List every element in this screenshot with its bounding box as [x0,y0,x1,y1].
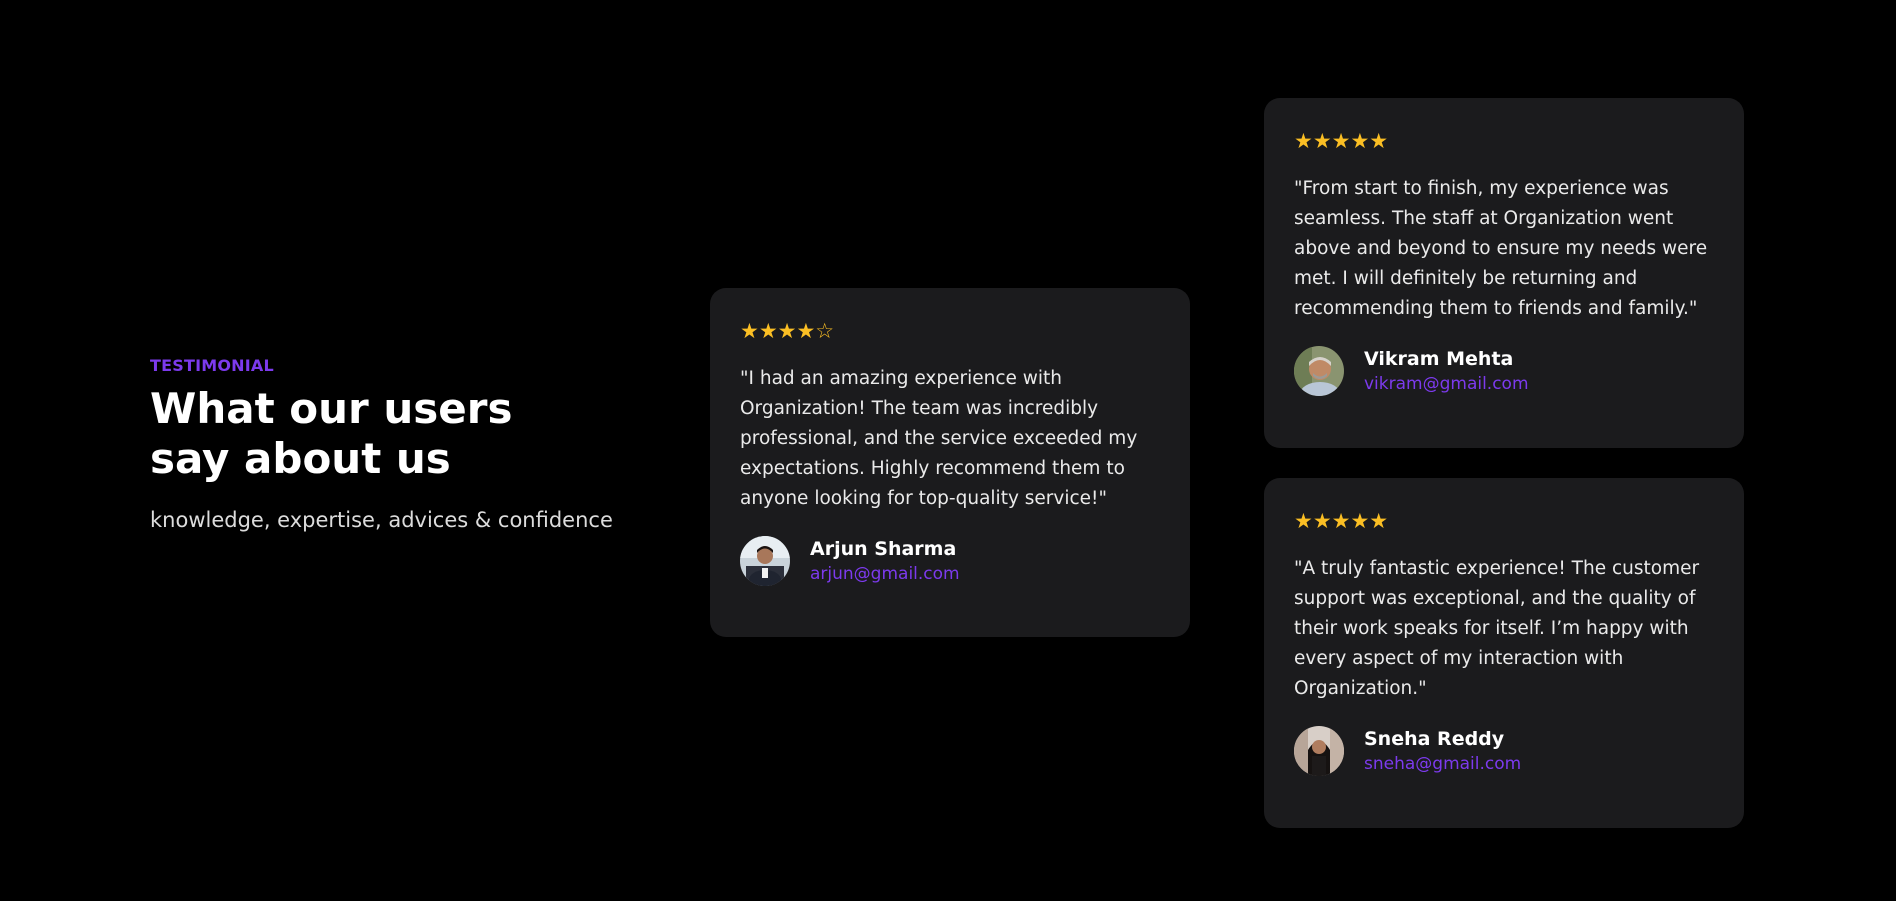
testimonial-card: ★★★★★ "A truly fantastic experience! The… [1264,478,1744,828]
testimonial-author: Vikram Mehta vikram@gmail.com [1294,346,1714,396]
author-name: Vikram Mehta [1364,348,1514,370]
star-rating: ★★★★★ [1294,509,1389,533]
avatar-photo-icon [1294,346,1344,396]
testimonial-intro: TESTIMONIAL What our users say about us … [150,354,650,534]
section-eyebrow: TESTIMONIAL [150,356,274,375]
testimonial-quote: "A truly fantastic experience! The custo… [1294,558,1700,699]
testimonial-author: Sneha Reddy sneha@gmail.com [1294,726,1714,776]
author-email-link[interactable]: vikram@gmail.com [1364,374,1529,394]
heading-line-1: What our users [150,384,513,433]
testimonial-card: ★★★★★ "From start to finish, my experien… [1264,98,1744,448]
avatar-photo-icon [1294,726,1344,776]
avatar [1294,726,1344,776]
star-rating: ★★★★★ [1294,129,1389,153]
testimonial-card: ★★★★☆ "I had an amazing experience with … [710,288,1190,637]
heading-line-2: say about us [150,434,451,483]
star-rating: ★★★★☆ [740,319,835,343]
testimonial-author: Arjun Sharma arjun@gmail.com [740,536,1160,586]
author-email-link[interactable]: arjun@gmail.com [810,564,960,584]
author-name: Sneha Reddy [1364,728,1505,750]
testimonial-quote: "I had an amazing experience with Organi… [740,368,1138,509]
author-name: Arjun Sharma [810,538,957,560]
avatar [740,536,790,586]
section-subtitle: knowledge, expertise, advices & confiden… [150,508,613,532]
testimonial-quote: "From start to finish, my experience was… [1294,178,1708,319]
avatar-photo-icon [740,536,790,586]
author-email-link[interactable]: sneha@gmail.com [1364,754,1521,774]
section-heading: What our users say about us [150,384,650,484]
avatar [1294,346,1344,396]
